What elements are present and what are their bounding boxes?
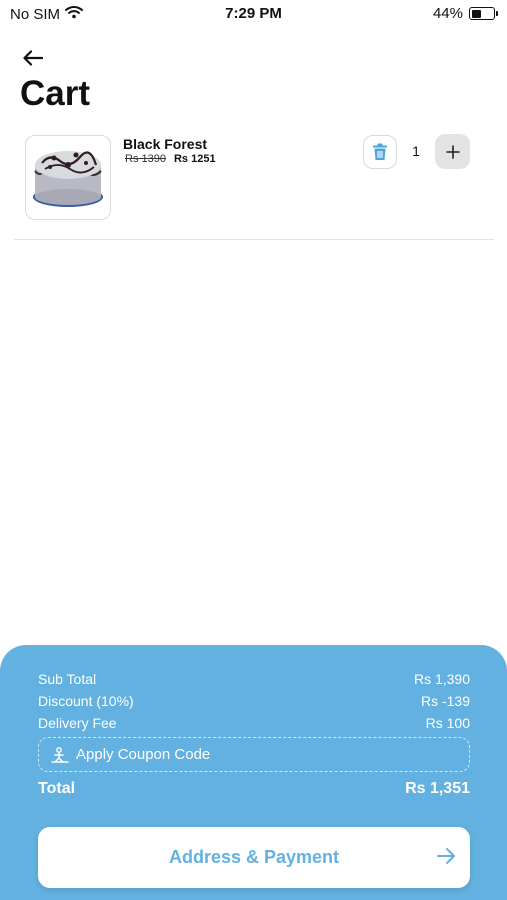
item-new-price: Rs 1251 — [173, 153, 216, 165]
order-summary-panel: Sub Total Rs 1,390 Discount (10%) Rs -13… — [0, 645, 507, 900]
subtotal-value: Rs 1,390 — [413, 671, 470, 687]
total-row: Total Rs 1,351 — [38, 780, 470, 798]
coupon-icon — [51, 746, 69, 763]
cake-image — [25, 135, 111, 220]
page-title: Cart — [20, 74, 91, 113]
item-price-row: Rs 1390 Rs 1251 — [125, 153, 216, 165]
increase-quantity-button[interactable] — [435, 134, 470, 169]
address-payment-label: Address & Payment — [168, 847, 340, 867]
battery-percentage: 44% — [432, 5, 463, 22]
battery-icon — [469, 7, 498, 20]
item-old-price: Rs 1390 — [125, 153, 166, 165]
cart-item: Black Forest Rs 1390 Rs 1251 1 — [14, 134, 494, 240]
status-time: 7:29 PM — [225, 5, 282, 22]
item-name: Black Forest — [123, 136, 208, 152]
apply-coupon-label: Apply Coupon Code — [76, 746, 211, 763]
item-quantity: 1 — [412, 143, 420, 159]
battery-fill — [471, 9, 481, 18]
delivery-fee-row: Delivery Fee Rs 100 — [38, 715, 470, 731]
plus-icon — [445, 144, 460, 159]
subtotal-row: Sub Total Rs 1,390 — [38, 671, 470, 687]
subtotal-label: Sub Total — [38, 671, 97, 687]
back-button[interactable] — [20, 46, 46, 70]
discount-row: Discount (10%) Rs -139 — [38, 693, 470, 709]
arrow-right-icon — [437, 848, 455, 864]
status-right: 44% — [432, 5, 498, 22]
back-arrow-icon — [23, 50, 43, 66]
trash-icon — [373, 143, 387, 160]
status-bar: No SIM 7:29 PM 44% — [0, 0, 507, 28]
delete-item-button[interactable] — [363, 135, 397, 169]
total-label: Total — [38, 780, 76, 797]
discount-label: Discount (10%) — [38, 693, 134, 709]
apply-coupon-button[interactable]: Apply Coupon Code — [38, 737, 470, 772]
delivery-fee-label: Delivery Fee — [38, 715, 117, 731]
discount-value: Rs -139 — [420, 693, 470, 709]
total-value: Rs 1,351 — [405, 780, 470, 797]
address-payment-button[interactable]: Address & Payment — [38, 827, 470, 888]
delivery-fee-value: Rs 100 — [425, 715, 470, 731]
